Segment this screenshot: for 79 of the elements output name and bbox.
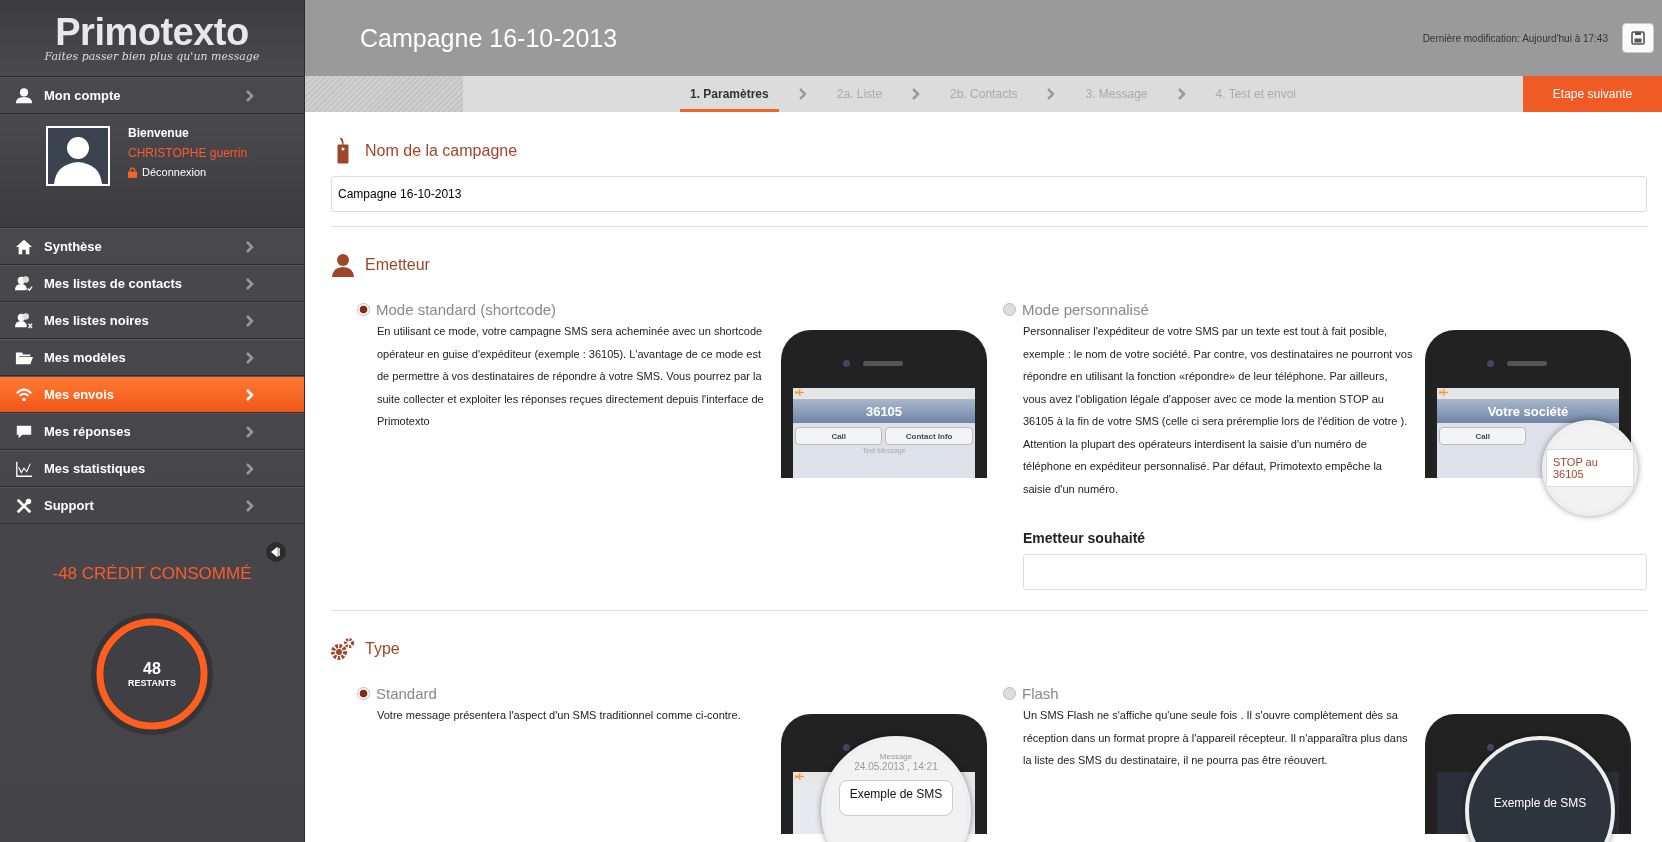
users-check-icon [14, 274, 34, 293]
option-description: En utilisant ce mode, votre campagne SMS sera acheminée avec un shortcode opérateur en guise d'expéditeur (exemple : 36105). L'avantage de ce mode est de permettre à vos destinataires de répondre à votre SMS. Vous pourrez par la suite collecter et exploiter les réponses reçues directement depuis l'interface de Primotexto [377, 324, 765, 429]
avatar-silhouette [46, 126, 110, 186]
section-title: Nom de la campagne [365, 142, 518, 160]
credit-remaining-label: RESTANTS [128, 678, 176, 688]
campaign-name-field[interactable]: Campagne 16-10-2013 [331, 176, 1647, 212]
tagline: Faites passer bien plus qu'un message [44, 49, 260, 63]
camera-lens [1487, 744, 1494, 751]
airplane-icon [795, 389, 804, 396]
message-date: 24.05.2013 , 14:21 [854, 761, 938, 772]
chevron-right-icon [912, 88, 921, 100]
tag-icon [336, 138, 350, 164]
collapse-sidebar-button[interactable] [266, 542, 286, 562]
option-description: Votre message présentera l'aspect d'un SMS traditionnel comme ci-contre. [377, 708, 742, 723]
option-description: Personnaliser l'expéditeur de votre SMS par un texte est tout à fait posible, exemple : le nom de votre société. Par contre, vos destinataires ne pourront vos répondre en utilisant la fonction «répondre» de leur téléphone. Par ailleurs, vous avez l'obligation légale d'apposer avec ce mode la mention STOP au 36105 à la fin de votre SMS (celle ci sera préremplie lors de l'édition de votre ). Attention la plupart des opérateurs interdisent la saisie d'un numéro de téléphone en expéditeur personnalisé. Par défaut, Primotexto empêche la saisie d'un numéro. [1023, 324, 1413, 497]
option-label[interactable]: Standard [376, 685, 437, 702]
airplane-icon [1439, 389, 1448, 396]
lock-icon [128, 166, 137, 178]
chevron-right-icon [246, 89, 254, 102]
sidebar-menu-item[interactable]: Mes listes de contacts [0, 265, 304, 302]
account-menu-item[interactable]: Mon compte [0, 77, 304, 114]
collapse-icon [271, 547, 281, 557]
chevron-right-icon [1177, 88, 1186, 100]
sidebar-menu-item[interactable]: Mes réponses [0, 413, 304, 450]
sidebar-menu-item[interactable]: Mes listes noires [0, 302, 304, 339]
contact-name: Votre société [1437, 399, 1619, 423]
sidebar-menu-item[interactable]: Mes modèles [0, 339, 304, 376]
section-title: Emetteur [365, 256, 430, 274]
radio-button[interactable] [1003, 303, 1016, 316]
chevron-right-icon [246, 240, 254, 253]
chevron-right-icon [246, 277, 254, 290]
person-icon [332, 253, 354, 277]
field-label: Emetteur souhaité [1023, 530, 1147, 546]
credit-remaining: 48 [143, 660, 161, 678]
chevron-right-icon [1047, 88, 1056, 100]
airplane-icon [795, 773, 804, 780]
chevron-right-icon [246, 499, 254, 512]
message-bubble: Exemple de SMS [838, 780, 954, 816]
contact-name: 36105 [793, 399, 975, 423]
home-icon [14, 237, 34, 256]
chevron-right-icon [246, 462, 254, 475]
chevron-right-icon [246, 314, 254, 327]
sidebar-menu-item[interactable]: Synthèse [0, 228, 304, 265]
chevron-right-icon [246, 351, 254, 364]
last-modified-text: Dernière modification: Aujourd'hui à 17:43 [1422, 32, 1608, 44]
page-title: Campagne 16-10-2013 [360, 23, 619, 53]
user-name: CHRISTOPHE guerrin [128, 146, 248, 160]
welcome-text: Bienvenue [128, 126, 190, 140]
message-label: Message [879, 752, 913, 761]
chevron-right-icon [246, 425, 254, 438]
chevron-right-icon [246, 388, 254, 401]
option-label[interactable]: Flash [1022, 685, 1059, 702]
radio-button[interactable] [1003, 687, 1016, 700]
speaker-grille [1507, 361, 1547, 366]
logout-link[interactable]: Déconnexion [128, 166, 248, 178]
option-label[interactable]: Mode standard (shortcode) [376, 301, 557, 318]
credit-consumed: -48 CRÉDIT CONSOMMÉ [52, 564, 252, 584]
magnifier-bubble: STOP au 36105 [1542, 420, 1638, 516]
speaker-grille [863, 361, 903, 366]
option-label[interactable]: Mode personnalisé [1022, 301, 1149, 318]
sidebar-menu-item[interactable]: Support [0, 487, 304, 524]
save-button[interactable] [1622, 23, 1654, 53]
radio-button[interactable] [357, 687, 370, 700]
camera-lens [1487, 360, 1494, 367]
user-icon [14, 86, 34, 105]
chevron-right-icon [798, 88, 807, 100]
tools-icon [14, 496, 34, 515]
radio-button[interactable] [357, 303, 370, 316]
option-description: Un SMS Flash ne s'affiche qu'une seule fois . Il s'ouvre complètement dès sa réception dans un format propre à l'appareil récepteur. Il n'apparaîtra plus dans la liste des SMS du destinataire, il ne pourra pas être réouvert. [1023, 708, 1409, 768]
section-title: Type [365, 640, 400, 658]
logo: Primotexto [55, 13, 249, 50]
gears-icon [331, 637, 355, 661]
camera-lens [843, 744, 850, 751]
sidebar-menu-item[interactable]: Mes statistiques [0, 450, 304, 487]
users-cross-icon [14, 311, 34, 330]
sender-field[interactable] [1023, 554, 1647, 590]
line-chart-icon [14, 459, 34, 478]
camera-lens [843, 360, 850, 367]
flash-message: Exemple de SMS [1493, 796, 1587, 810]
